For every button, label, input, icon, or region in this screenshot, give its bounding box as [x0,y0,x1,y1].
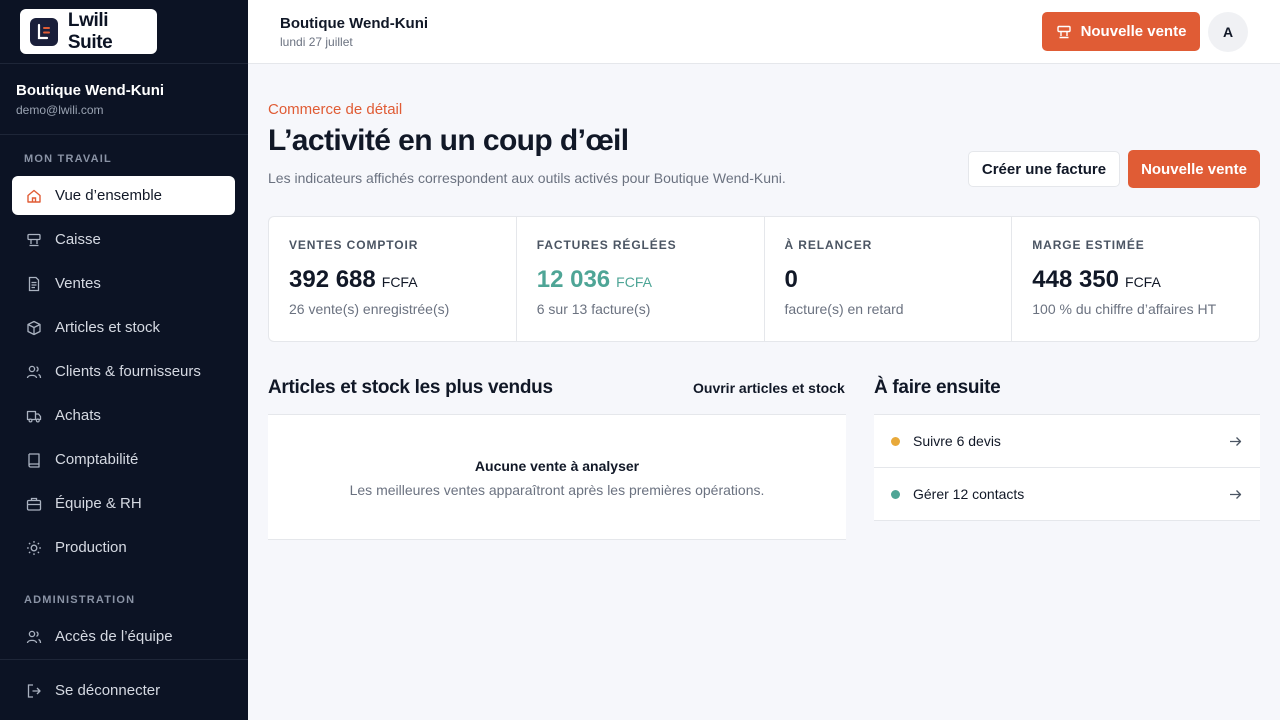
status-dot [891,436,900,446]
new-sale-button-main[interactable]: Nouvelle vente [1128,150,1260,188]
new-sale-label: Nouvelle vente [1080,23,1187,40]
kpi-card-paid-invoices: FACTURES RÉGLÉES 12 036 FCFA 6 sur 13 fa… [517,217,765,341]
divider [0,63,248,64]
empty-state-title: Aucune vente à analyser [474,458,640,474]
logo-mark-icon [30,17,58,46]
kpi-label: FACTURES RÉGLÉES [536,238,677,252]
logout-label: Se déconnecter [55,682,161,699]
divider [0,134,248,135]
sidebar-item-label: Vue d’ensemble [55,187,163,204]
sidebar-item-articles[interactable]: Articles et stock [12,308,235,347]
sidebar-item-team-access[interactable]: Accès de l’équipe [12,617,235,656]
register-icon [27,233,41,246]
kpi-value: 12 036 [536,266,611,293]
document-icon [28,276,40,291]
app-name: Lwili Suite [67,9,113,53]
logout-icon [27,683,41,698]
new-sale-button[interactable]: Nouvelle vente [1042,12,1200,51]
todo-title: À faire ensuite [874,377,1001,398]
create-invoice-button[interactable]: Créer une facture [968,151,1120,187]
kpi-card-to-remind: À RELANCER 0 facture(s) en retard [765,217,1013,341]
kpi-unit: FCFA [381,274,418,290]
todo-item-manage-contacts[interactable]: Gérer 12 contacts [874,468,1260,521]
sidebar-item-label: Caisse [55,231,101,248]
kpi-subtext: 100 % du chiffre d’affaires HT [1032,301,1217,317]
sidebar-item-comptabilite[interactable]: Comptabilité [12,440,235,479]
sidebar-item-ventes[interactable]: Ventes [12,264,235,303]
users-icon [26,365,42,378]
sidebar-item-label: Comptabilité [55,451,139,468]
kpi-card-margin: MARGE ESTIMÉE 448 350 FCFA 100 % du chif… [1012,217,1259,341]
sidebar-item-label: Production [55,539,127,556]
sidebar-item-label: Équipe & RH [55,495,142,512]
status-dot [891,489,900,499]
todo-label: Suivre 6 devis [913,433,1001,449]
sidebar-item-label: Achats [55,407,101,424]
kpi-value: 448 350 [1032,266,1120,293]
account-email: demo@lwili.com [16,103,104,117]
divider [0,659,248,660]
kpi-unit: FCFA [616,274,652,290]
kpi-value: 0 [784,266,798,293]
app-logo[interactable]: Lwili Suite [20,9,157,54]
todo-label: Gérer 12 contacts [913,486,1025,502]
topbar-title: Boutique Wend-Kuni [280,15,429,32]
sidebar-item-label: Clients & fournisseurs [55,363,201,380]
empty-state-subtitle: Les meilleures ventes apparaîtront après… [349,482,765,498]
kpi-value: 392 688 [289,266,376,293]
kpi-subtext: 26 vente(s) enregistrée(s) [289,301,450,317]
sidebar-item-overview[interactable]: Vue d’ensemble [12,176,235,215]
truck-icon [26,410,42,423]
todo-list: Suivre 6 devis Gérer 12 contacts [874,414,1260,521]
sun-icon [27,540,41,555]
kpi-label: À RELANCER [784,238,873,252]
page-title: L’activité en un coup d’œil [268,124,629,157]
sidebar: Lwili Suite Boutique Wend-Kuni demo@lwil… [0,0,248,720]
account-name: Boutique Wend-Kuni [16,82,165,99]
logout-button[interactable]: Se déconnecter [12,671,235,710]
book-icon [28,452,40,468]
sidebar-item-production[interactable]: Production [12,528,235,567]
arrow-right-icon [1230,437,1242,446]
sidebar-item-label: Accès de l’équipe [55,628,173,645]
kpi-unit: FCFA [1125,274,1161,290]
todo-item-follow-quotes[interactable]: Suivre 6 devis [874,415,1260,468]
best-sellers-empty-state: Aucune vente à analyser Les meilleures v… [268,414,846,540]
page-eyebrow: Commerce de détail [268,101,403,118]
open-articles-link[interactable]: Ouvrir articles et stock [693,380,845,396]
kpi-row: VENTES COMPTOIR 392 688 FCFA 26 vente(s)… [268,216,1260,342]
section-label-work: MON TRAVAIL [24,153,112,165]
arrow-right-icon [1230,490,1242,499]
kpi-label: MARGE ESTIMÉE [1032,238,1145,252]
kpi-subtext: 6 sur 13 facture(s) [536,301,651,317]
section-label-admin: ADMINISTRATION [24,594,136,606]
kpi-subtext: facture(s) en retard [784,301,904,317]
sidebar-item-label: Articles et stock [55,319,161,336]
kpi-card-sales: VENTES COMPTOIR 392 688 FCFA 26 vente(s)… [269,217,517,341]
best-sellers-title: Articles et stock les plus vendus [268,377,553,398]
page-subtitle: Les indicateurs affichés correspondent a… [268,170,786,186]
sidebar-item-clients[interactable]: Clients & fournisseurs [12,352,235,391]
top-bar: Boutique Wend-Kuni lundi 27 juillet Nouv… [248,0,1280,64]
sidebar-item-achats[interactable]: Achats [12,396,235,435]
sidebar-item-equipe[interactable]: Équipe & RH [12,484,235,523]
briefcase-icon [26,497,42,511]
box-icon [27,320,41,335]
home-icon [27,189,41,203]
sidebar-item-caisse[interactable]: Caisse [12,220,235,259]
sidebar-item-label: Ventes [55,275,101,292]
users-icon [26,630,42,643]
avatar[interactable]: A [1208,12,1248,52]
kpi-label: VENTES COMPTOIR [289,238,419,252]
topbar-date: lundi 27 juillet [280,35,353,49]
register-icon [1056,25,1071,38]
